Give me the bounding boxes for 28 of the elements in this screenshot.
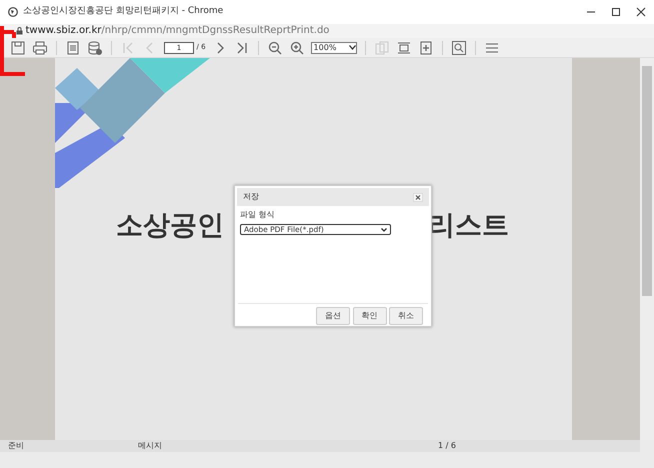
- dialog-title: 저장: [243, 191, 259, 203]
- format-label: 파일 형식: [240, 209, 276, 221]
- status-text: 준비: [7, 440, 25, 452]
- database-icon[interactable]: [87, 40, 103, 56]
- lock-icon: [16, 27, 23, 35]
- highlight-bracket: [0, 26, 26, 78]
- dialog-button[interactable]: 확인: [352, 306, 386, 324]
- printer-icon[interactable]: [32, 40, 48, 56]
- zoom-in-icon[interactable]: [288, 40, 305, 56]
- maximize-icon[interactable]: [611, 7, 621, 17]
- caret-icon: [348, 45, 356, 50]
- search-icon[interactable]: [450, 40, 467, 56]
- status-text: 1 / 6: [437, 440, 456, 452]
- document-icon[interactable]: [65, 40, 81, 56]
- dialog-button[interactable]: 옵션: [316, 306, 350, 324]
- status-text: 메시지: [137, 440, 163, 452]
- scrollbar[interactable]: [640, 58, 654, 440]
- document-title: 소상공인: [116, 209, 224, 243]
- close-icon[interactable]: [636, 7, 646, 17]
- add-page-icon[interactable]: [418, 40, 434, 56]
- zoom-out-icon[interactable]: [266, 40, 283, 56]
- caret-icon: [381, 228, 387, 232]
- globe-icon: [8, 7, 18, 17]
- fit-page-icon[interactable]: [396, 40, 412, 56]
- dialog-button[interactable]: 취소: [389, 306, 423, 324]
- zoom-select[interactable]: 100%: [310, 42, 357, 54]
- document-title: 리스트: [428, 209, 509, 243]
- window-title: 소상공인시장진흥공단 희망리턴패키지 - Chrome: [23, 5, 224, 18]
